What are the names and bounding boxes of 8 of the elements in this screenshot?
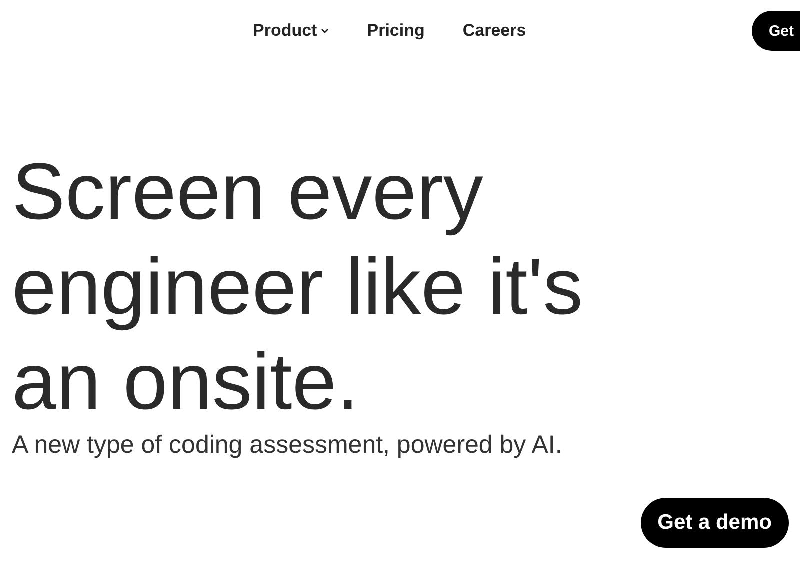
hero-subtitle: A new type of coding assessment, powered by AI. bbox=[12, 431, 564, 460]
get-demo-button[interactable]: Get bbox=[752, 11, 800, 51]
nav-link[interactable]: Careers bbox=[462, 21, 526, 41]
nav-link[interactable]: Product bbox=[253, 21, 330, 41]
get-demo-button[interactable]: Get a demo bbox=[640, 498, 789, 548]
nav-link[interactable]: Pricing bbox=[367, 21, 425, 41]
hero-headline: Screen every engineer like it's an onsite. bbox=[12, 146, 584, 428]
chevron-down-icon bbox=[321, 28, 330, 34]
